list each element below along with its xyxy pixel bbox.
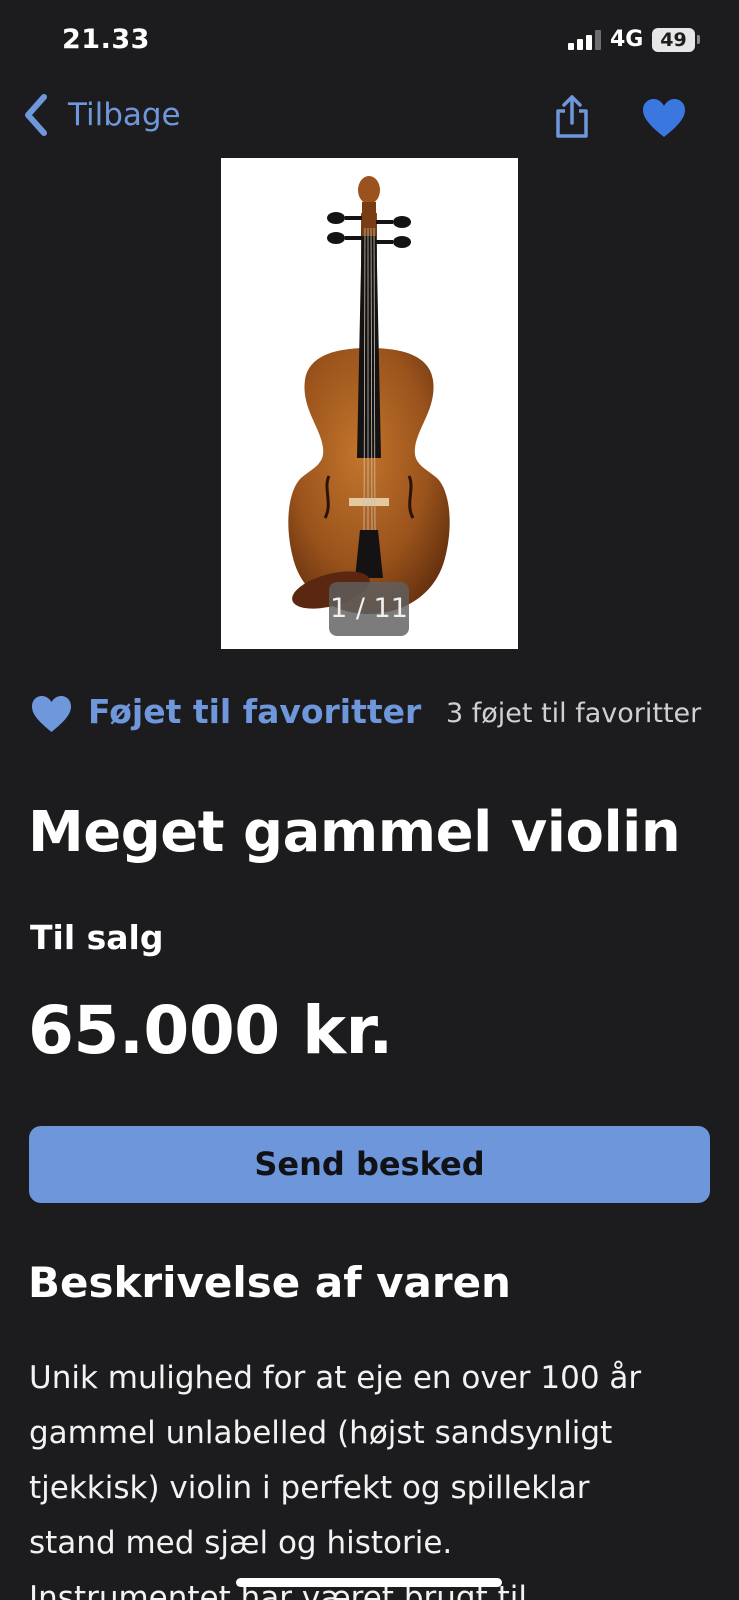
screen: 21.33 4G 49 Tilbage 1 / 11 Føjet til fav… [0,0,739,1600]
listing-price: 65.000 kr. [28,992,393,1069]
product-image[interactable] [221,158,518,649]
share-icon [556,95,588,138]
favorite-count: 3 føjet til favoritter [446,698,702,729]
violin-image [288,176,450,614]
send-message-button[interactable]: Send besked [29,1126,710,1203]
battery-icon: 49 [652,28,695,52]
image-counter: 1 / 11 [329,582,409,636]
heart-icon[interactable] [30,694,73,734]
description-line: gammel unlabelled (højst sandsynligt [29,1415,613,1451]
back-label: Tilbage [68,97,181,133]
home-indicator[interactable] [236,1578,502,1587]
description-line: tjekkisk) violin i perfekt og spilleklar [29,1470,590,1506]
listing-title: Meget gammel violin [28,800,681,865]
back-button[interactable]: Tilbage [22,92,181,138]
description-heading: Beskrivelse af varen [28,1258,511,1307]
battery-level: 49 [660,29,687,51]
favorite-toggle-label[interactable]: Føjet til favoritter [88,692,421,731]
heart-icon [643,99,685,137]
signal-icon [568,30,602,50]
favorite-button[interactable] [641,97,687,139]
description-line: Unik mulighed for at eje en over 100 år [29,1360,642,1396]
description-line: stand med sjæl og historie. [29,1525,453,1561]
network-type: 4G [610,27,644,52]
battery-tip [697,35,700,44]
status-bar: 21.33 4G 49 [0,0,739,80]
status-time: 21.33 [62,24,150,55]
sale-status: Til salg [30,918,164,957]
chevron-left-icon [25,94,47,136]
description-text: Unik mulighed for at eje en over 100 år … [29,1351,729,1600]
share-button[interactable] [552,94,592,140]
